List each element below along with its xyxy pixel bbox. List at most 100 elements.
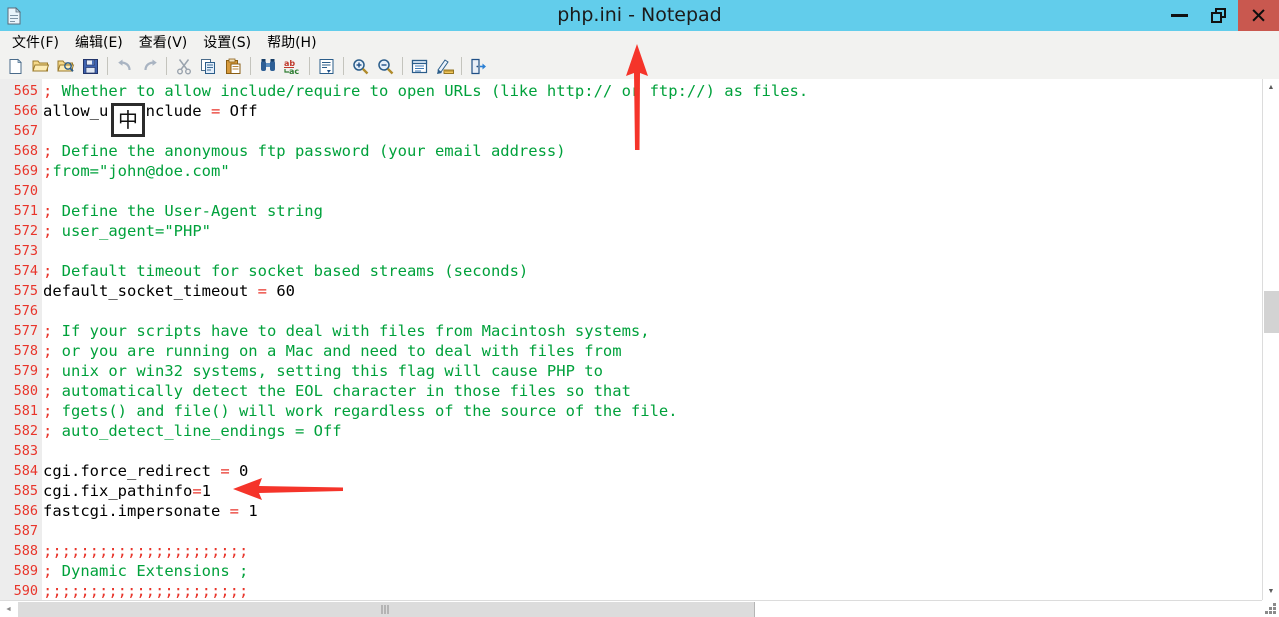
vertical-scroll-thumb[interactable] (1264, 291, 1279, 333)
line-number: 569 (13, 163, 38, 179)
scroll-up-arrow-icon[interactable]: ▲ (1263, 79, 1279, 96)
comment-text: from="john@doe.com" (52, 162, 230, 180)
code-line[interactable]: ;from="john@doe.com" (43, 161, 230, 181)
line-number: 588 (13, 543, 38, 559)
line-number: 590 (13, 583, 38, 599)
close-button[interactable]: ✕ (1238, 0, 1279, 31)
comment-marker: ; (43, 82, 53, 100)
open-recent-search-button[interactable] (53, 54, 78, 78)
menu-view[interactable]: 查看(V) (131, 31, 196, 54)
code-line[interactable]: ; Define the anonymous ftp password (you… (43, 141, 566, 161)
code-line[interactable]: ;;;;;;;;;;;;;;;;;;;;;; (43, 541, 248, 561)
code-line[interactable]: ; auto_detect_line_endings = Off (43, 421, 342, 441)
line-number: 587 (13, 523, 38, 539)
toolbar-separator (309, 57, 310, 75)
comment-marker: ; (43, 402, 53, 420)
zoom-out-icon (378, 58, 394, 74)
exit-button[interactable] (466, 54, 491, 78)
code-line[interactable]: cgi.fix_pathinfo=1 (43, 481, 211, 501)
paste-button[interactable] (221, 54, 246, 78)
code-line[interactable]: allow_url_include = Off (43, 101, 258, 121)
minimize-button[interactable] (1160, 0, 1199, 31)
cut-button[interactable] (171, 54, 196, 78)
properties-button[interactable] (407, 54, 432, 78)
edit-ruler-icon (436, 58, 454, 74)
assignment-operator: = (210, 462, 239, 480)
setting-value: 0 (238, 462, 249, 480)
open-folder-button[interactable] (28, 54, 53, 78)
zoom-in-button[interactable] (348, 54, 373, 78)
exit-door-icon (471, 58, 486, 74)
line-number: 573 (13, 243, 38, 259)
code-line[interactable]: ; If your scripts have to deal with file… (43, 321, 650, 341)
scroll-thumb-grip (381, 605, 391, 614)
menu-settings[interactable]: 设置(S) (195, 31, 259, 54)
code-line[interactable]: ; automatically detect the EOL character… (43, 381, 631, 401)
copy-button[interactable] (196, 54, 221, 78)
comment-marker: ; (43, 202, 53, 220)
code-line[interactable]: ; Define the User-Agent string (43, 201, 323, 221)
comment-text: Dynamic Extensions ; (52, 562, 249, 580)
code-line[interactable]: ; or you are running on a Mac and need t… (43, 341, 622, 361)
horizontal-scrollbar[interactable]: ◄ (0, 600, 1262, 617)
undo-button[interactable] (112, 54, 137, 78)
menu-edit[interactable]: 编辑(E) (67, 31, 131, 54)
save-button[interactable] (78, 54, 103, 78)
title-bar[interactable]: php.ini - Notepad ✕ (0, 0, 1279, 31)
menu-help[interactable]: 帮助(H) (259, 31, 324, 54)
code-line[interactable]: ; Whether to allow include/require to op… (43, 81, 808, 101)
goto-line-button[interactable] (314, 54, 339, 78)
setting-key: default_socket_timeout (43, 282, 249, 300)
line-number: 580 (13, 383, 38, 399)
vertical-scrollbar[interactable]: ▲ ▼ (1262, 79, 1279, 600)
code-line[interactable]: cgi.force_redirect = 0 (43, 461, 248, 481)
comment-text: unix or win32 systems, setting this flag… (52, 362, 603, 380)
open-folder-icon (31, 60, 49, 72)
code-line[interactable]: ; unix or win32 systems, setting this fl… (43, 361, 603, 381)
menu-file[interactable]: 文件(F) (4, 31, 67, 54)
code-line[interactable]: fastcgi.impersonate = 1 (43, 501, 258, 521)
assignment-operator: = (220, 502, 249, 520)
undo-arrow-icon (117, 59, 131, 71)
comment-text: fgets() and file() will work regardless … (52, 402, 678, 420)
setting-key: fastcgi.impersonate (43, 502, 221, 520)
editor-area[interactable]: 565; Whether to allow include/require to… (0, 79, 1279, 617)
code-line[interactable]: ;;;;;;;;;;;;;;;;;;;;;; (43, 581, 248, 601)
code-line[interactable]: ; Default timeout for socket based strea… (43, 261, 528, 281)
comment-marker: ;;;;;;;;;;;;;;;;;;;;;; (43, 582, 249, 600)
zoom-in-icon (353, 58, 369, 74)
line-number: 589 (13, 563, 38, 579)
window-resize-grip[interactable] (1262, 600, 1279, 617)
code-line[interactable]: ; fgets() and file() will work regardles… (43, 401, 678, 421)
code-line[interactable]: ; Dynamic Extensions ; (43, 561, 248, 581)
edit-ruler-button[interactable] (432, 54, 457, 78)
line-number: 585 (13, 483, 38, 499)
assignment-operator: = (192, 482, 202, 500)
code-line[interactable]: default_socket_timeout = 60 (43, 281, 295, 301)
toolbar-separator (166, 57, 167, 75)
comment-text: automatically detect the EOL character i… (52, 382, 631, 400)
comment-text: user_agent="PHP" (52, 222, 211, 240)
find-button[interactable] (255, 54, 280, 78)
copy-pages-icon (201, 58, 215, 74)
new-file-button[interactable] (3, 54, 28, 78)
line-number: 579 (13, 363, 38, 379)
redo-button[interactable] (137, 54, 162, 78)
restore-button[interactable] (1199, 0, 1238, 31)
line-number: 566 (13, 103, 38, 119)
code-line[interactable]: ; user_agent="PHP" (43, 221, 211, 241)
scroll-down-arrow-icon[interactable]: ▼ (1263, 583, 1279, 600)
open-recent-search-icon (56, 60, 74, 72)
line-number: 576 (13, 303, 38, 319)
comment-marker: ; (43, 262, 53, 280)
replace-button[interactable]: ab ac (280, 54, 305, 78)
line-number: 582 (13, 423, 38, 439)
setting-value: 1 (248, 502, 258, 520)
zoom-out-button[interactable] (373, 54, 398, 78)
horizontal-scroll-thumb[interactable] (18, 602, 755, 617)
toolbar-separator (107, 57, 108, 75)
ime-mode-indicator[interactable]: 中 (111, 103, 145, 137)
scroll-left-arrow-icon[interactable]: ◄ (0, 601, 17, 617)
line-number: 572 (13, 223, 38, 239)
line-number: 574 (13, 263, 38, 279)
